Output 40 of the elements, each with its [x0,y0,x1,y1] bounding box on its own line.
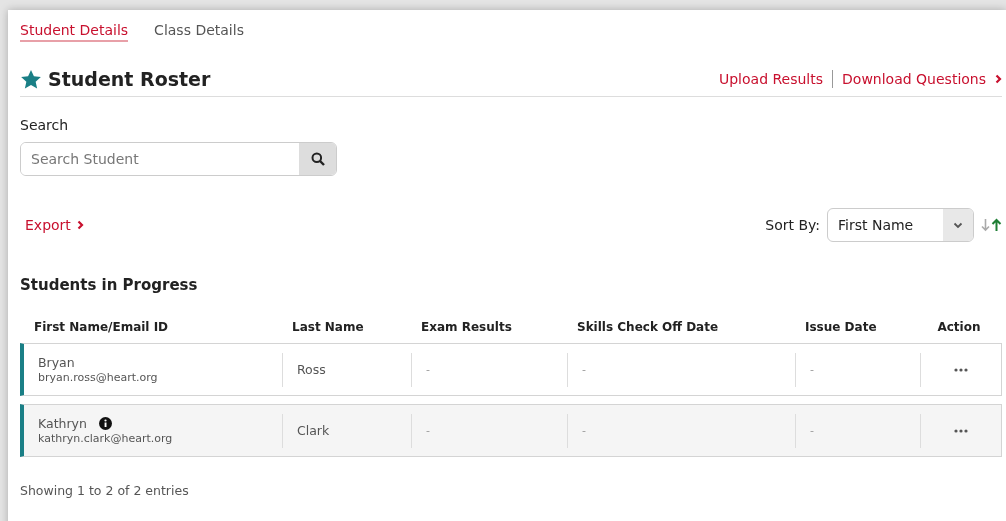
chevron-right-icon [76,220,84,230]
search-label: Search [20,117,70,133]
email: kathryn.clark@heart.org [38,432,173,445]
search-button[interactable] [299,143,336,175]
email: bryan.ross@heart.org [38,371,158,384]
entries-count: Showing 1 to 2 of 2 entries [20,483,190,498]
column-header: Last Name [291,320,365,334]
sort-dropdown[interactable]: First Name [827,208,974,242]
upload-results-link[interactable]: Upload Results [719,71,824,87]
star-icon [20,68,42,90]
last-name: Ross [297,362,326,377]
column-header: First Name/Email ID [33,320,170,334]
first-name: Kathryn [38,416,87,431]
more-options-icon[interactable] [954,367,968,372]
tab[interactable]: Student Details [20,22,129,42]
column-header: Action [936,320,982,334]
download-questions-link[interactable]: Download Questions [842,71,986,87]
table-cell: - [426,363,430,376]
column-header: Skills Check Off Date [576,320,720,334]
tab[interactable]: Class Details [154,22,244,42]
sort-label: Sort By: [765,217,820,233]
chevron-down-icon [953,221,963,229]
search-field[interactable]: Search Student [20,142,337,176]
more-options-icon[interactable] [954,428,968,433]
search-icon [310,152,325,166]
table-cell: - [582,363,586,376]
table-cell: - [582,424,586,437]
column-header: Exam Results [420,320,513,334]
table-cell: - [426,424,430,437]
export-link[interactable]: Export [25,217,84,233]
table-cell: - [810,424,814,437]
section-title: Students in Progress [20,276,199,294]
column-header: Issue Date [804,320,878,334]
last-name: Clark [297,423,330,438]
first-name: Bryan [38,355,75,370]
sort-ascending-icon[interactable] [991,218,1002,232]
page-title: Student Roster [48,68,211,90]
chevron-right-icon [995,74,1002,84]
table-cell: - [810,363,814,376]
info-icon[interactable] [98,417,112,430]
